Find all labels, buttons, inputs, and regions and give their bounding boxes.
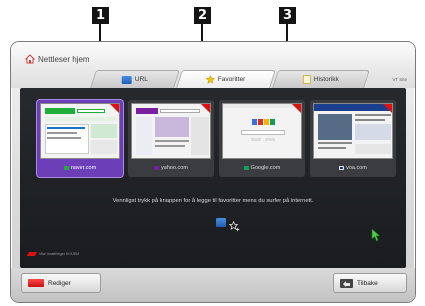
corner-marker <box>383 104 392 113</box>
instruction-message: Vennligst trykk på knappen for å legge t… <box>112 198 314 204</box>
site-icon <box>154 165 160 170</box>
tab-history[interactable]: Historikk <box>272 70 370 88</box>
tab-url-label: URL <box>134 76 148 83</box>
corner-marker <box>201 104 210 113</box>
edit-button-label: Rediger <box>48 279 71 287</box>
corner-marker <box>292 104 301 113</box>
site-icon <box>63 165 69 170</box>
callout-2: 2 <box>194 7 211 24</box>
add-favorite-hint <box>216 217 240 232</box>
favorite-thumbnail <box>40 103 120 159</box>
favorites-panel: naver.com yahoo.com Google.com voa.com V… <box>20 88 406 268</box>
back-button[interactable]: Tilbake <box>333 273 407 293</box>
site-icon <box>243 165 249 170</box>
callout-3: 3 <box>279 7 296 24</box>
favorite-item-naver[interactable]: naver.com <box>37 100 123 177</box>
favorite-label: naver.com <box>70 164 97 171</box>
home-settings-legend: Vise innstillinger til HJEM <box>26 252 80 256</box>
tab-favorites[interactable]: Favoritter <box>176 70 276 88</box>
star-icon <box>205 74 216 84</box>
favorites-list: naver.com yahoo.com Google.com voa.com <box>37 100 396 177</box>
back-button-label: Tilbake <box>357 279 378 287</box>
add-star-icon <box>228 217 240 232</box>
home-icon <box>25 54 35 64</box>
favorite-label: Google.com <box>250 164 281 171</box>
legend-text: Vise innstillinger til HJEM <box>39 252 80 256</box>
favorite-item-google[interactable]: Google.com <box>219 100 305 177</box>
favorite-label: yahoo.com <box>161 164 188 171</box>
site-icon <box>339 165 345 170</box>
tab-history-label: Historikk <box>313 76 339 83</box>
back-icon <box>340 278 353 288</box>
tab-url[interactable]: URL <box>90 70 180 88</box>
red-button-icon <box>28 279 44 287</box>
callout-1: 1 <box>92 7 109 24</box>
title-bar: Nettleser hjem URL Favoritter Historikk … <box>11 42 415 88</box>
site-label: VT Site <box>392 77 407 82</box>
corner-marker <box>110 104 119 113</box>
corner-legend-icon <box>26 252 38 256</box>
tab-favorites-label: Favoritter <box>218 76 246 83</box>
favorite-item-yahoo[interactable]: yahoo.com <box>128 100 214 177</box>
tab-bar: URL Favoritter Historikk <box>90 70 370 88</box>
blue-button-icon <box>216 218 226 227</box>
favorite-item-voa[interactable]: voa.com <box>310 100 396 177</box>
favorite-thumbnail <box>131 103 211 159</box>
history-icon <box>302 75 311 84</box>
browser-home-window: Nettleser hjem URL Favoritter Historikk … <box>11 42 415 302</box>
favorite-thumbnail <box>222 103 302 159</box>
bottom-bar: Rediger Tilbake <box>11 268 415 302</box>
edit-button[interactable]: Rediger <box>21 273 101 293</box>
window-title: Nettleser hjem <box>25 54 90 64</box>
url-icon <box>121 75 132 84</box>
favorite-label: voa.com <box>346 164 367 171</box>
window-title-text: Nettleser hjem <box>38 54 90 64</box>
favorite-thumbnail <box>313 103 393 159</box>
pointer-cursor-icon <box>371 227 381 246</box>
